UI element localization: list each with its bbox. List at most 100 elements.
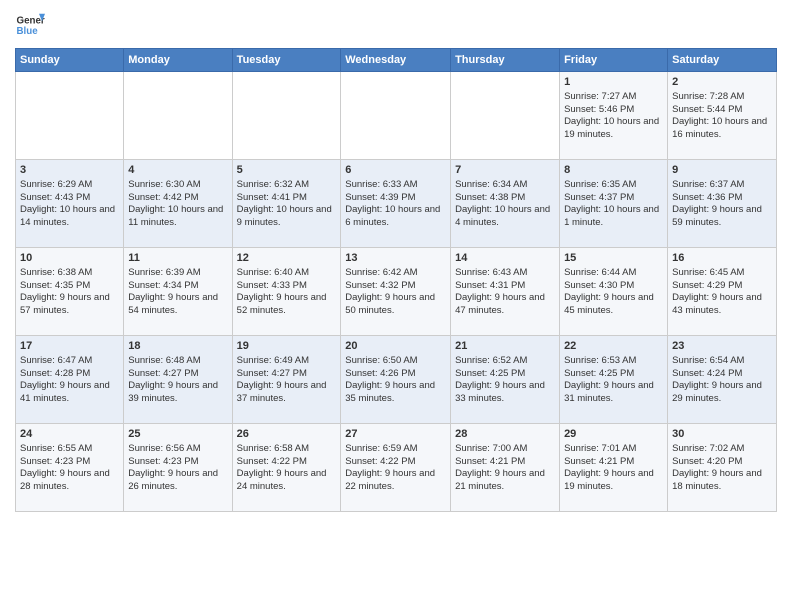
day-number: 23 bbox=[672, 339, 772, 354]
calendar-day-18: 18Sunrise: 6:48 AMSunset: 4:27 PMDayligh… bbox=[124, 336, 232, 424]
day-number: 5 bbox=[237, 163, 337, 178]
day-info: Daylight: 9 hours and 29 minutes. bbox=[672, 380, 772, 406]
calendar-day-29: 29Sunrise: 7:01 AMSunset: 4:21 PMDayligh… bbox=[560, 424, 668, 512]
day-number: 3 bbox=[20, 163, 119, 178]
calendar-day-8: 8Sunrise: 6:35 AMSunset: 4:37 PMDaylight… bbox=[560, 160, 668, 248]
day-info: Sunrise: 6:39 AM bbox=[128, 267, 227, 280]
calendar-body: 1Sunrise: 7:27 AMSunset: 5:46 PMDaylight… bbox=[16, 72, 777, 512]
calendar-day-14: 14Sunrise: 6:43 AMSunset: 4:31 PMDayligh… bbox=[451, 248, 560, 336]
day-number: 21 bbox=[455, 339, 555, 354]
calendar-day-empty bbox=[451, 72, 560, 160]
day-info: Sunrise: 7:27 AM bbox=[564, 91, 663, 104]
day-info: Sunrise: 6:42 AM bbox=[345, 267, 446, 280]
day-info: Daylight: 9 hours and 28 minutes. bbox=[20, 468, 119, 494]
day-info: Sunrise: 6:54 AM bbox=[672, 355, 772, 368]
day-info: Sunset: 4:34 PM bbox=[128, 280, 227, 293]
day-info: Sunset: 4:35 PM bbox=[20, 280, 119, 293]
day-info: Sunset: 4:28 PM bbox=[20, 368, 119, 381]
header: General Blue bbox=[15, 10, 777, 40]
day-info: Sunset: 4:36 PM bbox=[672, 192, 772, 205]
weekday-header-saturday: Saturday bbox=[668, 49, 777, 72]
day-info: Sunrise: 6:56 AM bbox=[128, 443, 227, 456]
day-info: Sunset: 4:22 PM bbox=[237, 456, 337, 469]
day-info: Daylight: 9 hours and 33 minutes. bbox=[455, 380, 555, 406]
day-info: Sunrise: 7:00 AM bbox=[455, 443, 555, 456]
day-info: Daylight: 10 hours and 11 minutes. bbox=[128, 204, 227, 230]
day-info: Sunrise: 6:49 AM bbox=[237, 355, 337, 368]
calendar: SundayMondayTuesdayWednesdayThursdayFrid… bbox=[15, 48, 777, 512]
day-info: Sunrise: 6:59 AM bbox=[345, 443, 446, 456]
day-info: Sunset: 4:37 PM bbox=[564, 192, 663, 205]
day-info: Sunset: 4:23 PM bbox=[128, 456, 227, 469]
day-info: Daylight: 9 hours and 37 minutes. bbox=[237, 380, 337, 406]
calendar-day-30: 30Sunrise: 7:02 AMSunset: 4:20 PMDayligh… bbox=[668, 424, 777, 512]
day-number: 28 bbox=[455, 427, 555, 442]
weekday-header-thursday: Thursday bbox=[451, 49, 560, 72]
day-info: Sunrise: 6:40 AM bbox=[237, 267, 337, 280]
calendar-day-24: 24Sunrise: 6:55 AMSunset: 4:23 PMDayligh… bbox=[16, 424, 124, 512]
day-info: Sunrise: 6:32 AM bbox=[237, 179, 337, 192]
day-info: Sunrise: 6:45 AM bbox=[672, 267, 772, 280]
day-info: Daylight: 9 hours and 35 minutes. bbox=[345, 380, 446, 406]
day-info: Sunrise: 6:33 AM bbox=[345, 179, 446, 192]
day-info: Sunset: 4:38 PM bbox=[455, 192, 555, 205]
day-number: 19 bbox=[237, 339, 337, 354]
calendar-week-1: 1Sunrise: 7:27 AMSunset: 5:46 PMDaylight… bbox=[16, 72, 777, 160]
day-info: Daylight: 9 hours and 41 minutes. bbox=[20, 380, 119, 406]
day-info: Daylight: 10 hours and 16 minutes. bbox=[672, 116, 772, 142]
calendar-day-11: 11Sunrise: 6:39 AMSunset: 4:34 PMDayligh… bbox=[124, 248, 232, 336]
day-info: Sunrise: 6:55 AM bbox=[20, 443, 119, 456]
day-info: Sunset: 4:21 PM bbox=[564, 456, 663, 469]
day-info: Sunset: 4:25 PM bbox=[564, 368, 663, 381]
calendar-day-27: 27Sunrise: 6:59 AMSunset: 4:22 PMDayligh… bbox=[341, 424, 451, 512]
calendar-day-5: 5Sunrise: 6:32 AMSunset: 4:41 PMDaylight… bbox=[232, 160, 341, 248]
day-info: Daylight: 9 hours and 57 minutes. bbox=[20, 292, 119, 318]
day-info: Sunrise: 7:28 AM bbox=[672, 91, 772, 104]
day-info: Sunset: 4:42 PM bbox=[128, 192, 227, 205]
day-info: Daylight: 9 hours and 59 minutes. bbox=[672, 204, 772, 230]
logo: General Blue bbox=[15, 10, 45, 40]
day-info: Sunset: 4:27 PM bbox=[237, 368, 337, 381]
day-info: Daylight: 9 hours and 18 minutes. bbox=[672, 468, 772, 494]
day-info: Sunset: 4:30 PM bbox=[564, 280, 663, 293]
day-number: 17 bbox=[20, 339, 119, 354]
calendar-week-3: 10Sunrise: 6:38 AMSunset: 4:35 PMDayligh… bbox=[16, 248, 777, 336]
calendar-day-3: 3Sunrise: 6:29 AMSunset: 4:43 PMDaylight… bbox=[16, 160, 124, 248]
day-info: Sunrise: 6:37 AM bbox=[672, 179, 772, 192]
day-number: 13 bbox=[345, 251, 446, 266]
day-info: Sunrise: 6:58 AM bbox=[237, 443, 337, 456]
calendar-day-15: 15Sunrise: 6:44 AMSunset: 4:30 PMDayligh… bbox=[560, 248, 668, 336]
day-info: Sunrise: 6:34 AM bbox=[455, 179, 555, 192]
day-info: Daylight: 9 hours and 50 minutes. bbox=[345, 292, 446, 318]
calendar-day-25: 25Sunrise: 6:56 AMSunset: 4:23 PMDayligh… bbox=[124, 424, 232, 512]
day-info: Daylight: 10 hours and 9 minutes. bbox=[237, 204, 337, 230]
weekday-header-monday: Monday bbox=[124, 49, 232, 72]
calendar-day-10: 10Sunrise: 6:38 AMSunset: 4:35 PMDayligh… bbox=[16, 248, 124, 336]
day-info: Sunrise: 6:50 AM bbox=[345, 355, 446, 368]
svg-text:Blue: Blue bbox=[17, 26, 39, 37]
day-number: 30 bbox=[672, 427, 772, 442]
day-info: Daylight: 9 hours and 19 minutes. bbox=[564, 468, 663, 494]
day-number: 6 bbox=[345, 163, 446, 178]
day-info: Sunset: 4:33 PM bbox=[237, 280, 337, 293]
calendar-day-28: 28Sunrise: 7:00 AMSunset: 4:21 PMDayligh… bbox=[451, 424, 560, 512]
day-info: Sunrise: 6:43 AM bbox=[455, 267, 555, 280]
day-info: Sunrise: 6:53 AM bbox=[564, 355, 663, 368]
day-info: Sunrise: 6:35 AM bbox=[564, 179, 663, 192]
calendar-header: SundayMondayTuesdayWednesdayThursdayFrid… bbox=[16, 49, 777, 72]
day-info: Sunset: 4:26 PM bbox=[345, 368, 446, 381]
day-info: Daylight: 9 hours and 39 minutes. bbox=[128, 380, 227, 406]
calendar-day-26: 26Sunrise: 6:58 AMSunset: 4:22 PMDayligh… bbox=[232, 424, 341, 512]
day-number: 29 bbox=[564, 427, 663, 442]
day-info: Sunset: 4:22 PM bbox=[345, 456, 446, 469]
calendar-day-6: 6Sunrise: 6:33 AMSunset: 4:39 PMDaylight… bbox=[341, 160, 451, 248]
calendar-day-empty bbox=[341, 72, 451, 160]
day-info: Sunrise: 7:02 AM bbox=[672, 443, 772, 456]
calendar-day-empty bbox=[16, 72, 124, 160]
day-number: 1 bbox=[564, 75, 663, 90]
day-number: 2 bbox=[672, 75, 772, 90]
day-info: Daylight: 9 hours and 45 minutes. bbox=[564, 292, 663, 318]
calendar-day-16: 16Sunrise: 6:45 AMSunset: 4:29 PMDayligh… bbox=[668, 248, 777, 336]
calendar-day-9: 9Sunrise: 6:37 AMSunset: 4:36 PMDaylight… bbox=[668, 160, 777, 248]
day-info: Daylight: 10 hours and 4 minutes. bbox=[455, 204, 555, 230]
